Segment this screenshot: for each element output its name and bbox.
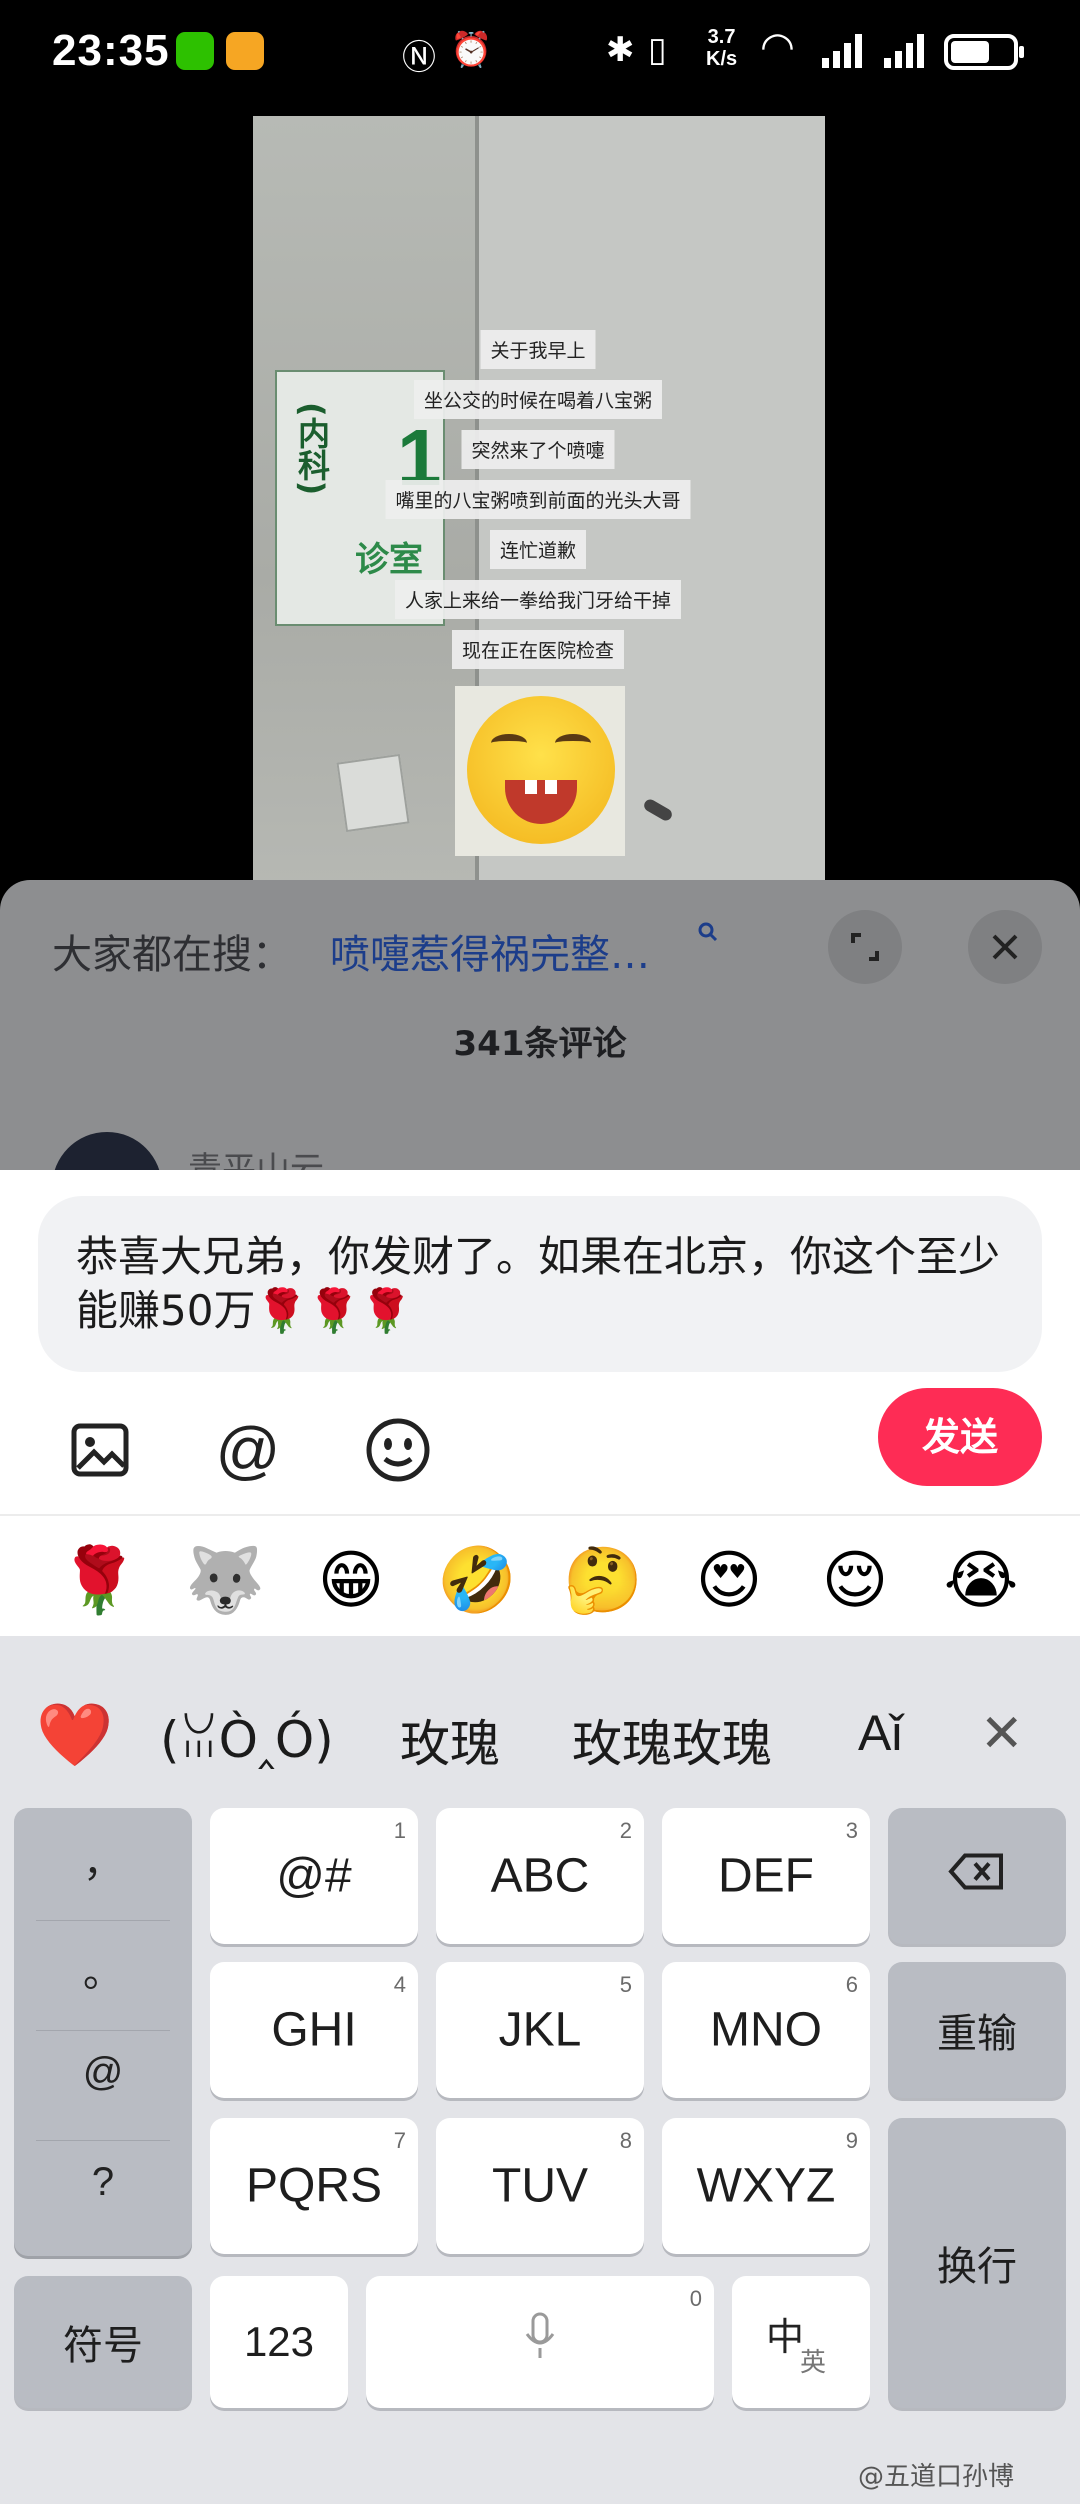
comment-count: 341条评论 bbox=[453, 1024, 627, 1064]
comment-input-sheet: 恭喜大兄弟，你发财了。如果在北京，你这个至少能赚50万🌹🌹🌹 @ 发送 🌹 🐺 … bbox=[0, 1170, 1080, 1640]
search-suggestion-prefix: 大家都在搜： bbox=[52, 932, 292, 978]
expand-icon bbox=[851, 933, 879, 961]
send-button[interactable]: 发送 bbox=[878, 1388, 1042, 1486]
period-key[interactable]: 。 bbox=[14, 1940, 192, 1998]
video-caption: 嘴里的八宝粥喷到前面的光头大哥 bbox=[385, 480, 691, 519]
space-key[interactable]: 0 bbox=[366, 2276, 714, 2408]
backspace-icon bbox=[948, 1853, 1003, 1890]
candidate-bar: ❤️ (ꈍÒ‸Ó) 玫瑰 玫瑰玫瑰 Aǐ ✕ bbox=[0, 1636, 1080, 1806]
status-bar: 23:35 Ⓝ ⏰ ✱ ▯ 3.7 K/s ◠ bbox=[0, 0, 1080, 104]
close-icon bbox=[992, 934, 1018, 960]
key-6[interactable]: MNO 6 bbox=[662, 1962, 870, 2098]
candidate-kaomoji[interactable]: (ꈍÒ‸Ó) bbox=[160, 1704, 334, 1770]
language-switch-key[interactable]: 中 英 bbox=[732, 2276, 870, 2408]
key-3[interactable]: DEF 3 bbox=[662, 1808, 870, 1944]
candidate-heart[interactable]: ❤️ bbox=[36, 1698, 113, 1772]
light-switch bbox=[336, 753, 410, 833]
weibo-watermark: @五道口孙博 bbox=[858, 2462, 1015, 2492]
expand-button[interactable] bbox=[828, 910, 902, 984]
grin-emoji[interactable]: 😁 bbox=[306, 1536, 396, 1626]
key-4[interactable]: GHI 4 bbox=[210, 1962, 418, 2098]
video-caption: 突然来了个喷嚏 bbox=[461, 430, 615, 469]
net-speed: 3.7 K/s bbox=[706, 26, 738, 70]
heart-eyes-emoji[interactable]: 😍 bbox=[684, 1536, 774, 1626]
signal-icon bbox=[884, 34, 928, 68]
key-5[interactable]: JKL 5 bbox=[436, 1962, 644, 2098]
microphone-icon bbox=[525, 2312, 555, 2358]
video-caption: 坐公交的时候在喝着八宝粥 bbox=[413, 380, 663, 419]
weibo-icon bbox=[226, 32, 264, 70]
video-caption: 现在正在医院检查 bbox=[451, 630, 625, 669]
gap-tooth-emoji-sticker bbox=[455, 686, 625, 856]
comma-key[interactable]: ， bbox=[14, 1830, 192, 1888]
comment-panel: 大家都在搜： 喷嚏惹得祸完整… 341条评论 青平山云 bbox=[0, 880, 1080, 1242]
mention-icon[interactable]: @ bbox=[208, 1410, 288, 1490]
sign-room: 诊室 bbox=[355, 540, 423, 580]
punctuation-column: ， 。 @ ? bbox=[14, 1808, 192, 2256]
candidate-ai[interactable]: Aǐ bbox=[858, 1704, 902, 1762]
key-2[interactable]: ABC 2 bbox=[436, 1808, 644, 1944]
enter-key[interactable]: 换行 bbox=[888, 2118, 1066, 2408]
emoji-icon[interactable] bbox=[358, 1410, 438, 1490]
search-suggestion-link[interactable]: 喷嚏惹得祸完整… bbox=[330, 922, 650, 980]
keyboard: ❤️ (ꈍÒ‸Ó) 玫瑰 玫瑰玫瑰 Aǐ ✕ ， 。 @ ? @# 1 ABC 2 … bbox=[0, 1636, 1080, 2504]
candidate-rose[interactable]: 玫瑰 bbox=[400, 1704, 500, 1776]
key-7[interactable]: PQRS 7 bbox=[210, 2118, 418, 2254]
alarm-icon: ⏰ bbox=[450, 30, 493, 70]
nfc-icon: Ⓝ bbox=[402, 38, 436, 78]
key-9[interactable]: WXYZ 9 bbox=[662, 2118, 870, 2254]
reinput-key[interactable]: 重输 bbox=[888, 1962, 1066, 2098]
image-icon[interactable] bbox=[60, 1410, 140, 1490]
key-8[interactable]: TUV 8 bbox=[436, 2118, 644, 2254]
video-caption: 关于我早上 bbox=[480, 330, 596, 369]
at-key[interactable]: @ bbox=[14, 2050, 192, 2095]
close-panel-button[interactable] bbox=[968, 910, 1042, 984]
signal-icon bbox=[822, 34, 866, 68]
status-time: 23:35 bbox=[52, 26, 170, 75]
search-icon[interactable] bbox=[696, 920, 720, 951]
symbols-key[interactable]: 符号 bbox=[14, 2276, 192, 2408]
comment-input[interactable]: 恭喜大兄弟，你发财了。如果在北京，你这个至少能赚50万🌹🌹🌹 bbox=[38, 1196, 1042, 1372]
numbers-key[interactable]: 123 bbox=[210, 2276, 348, 2408]
battery-icon bbox=[944, 34, 1024, 70]
key-1[interactable]: @# 1 bbox=[210, 1808, 418, 1944]
husky-emoji[interactable]: 🐺 bbox=[180, 1536, 270, 1626]
rose-emoji[interactable]: 🌹 bbox=[54, 1536, 144, 1626]
smile-emoji[interactable]: 😌 bbox=[810, 1536, 900, 1626]
question-key[interactable]: ? bbox=[14, 2160, 192, 2205]
wifi-icon: ◠ bbox=[760, 24, 795, 70]
backspace-key[interactable] bbox=[888, 1808, 1066, 1944]
thinking-emoji[interactable]: 🤔 bbox=[558, 1536, 648, 1626]
emoji-bar: 🌹 🐺 😁 🤣 🤔 😍 😌 😭 bbox=[0, 1516, 1080, 1640]
bluetooth-icon: ✱ bbox=[606, 30, 635, 70]
video-player[interactable]: (内科) 1 诊室 关于我早上 坐公交的时候在喝着八宝粥 突然来了个喷嚏 嘴里的… bbox=[253, 116, 825, 886]
vibrate-icon: ▯ bbox=[648, 30, 667, 70]
video-caption: 连忙道歉 bbox=[489, 530, 587, 569]
crying-emoji[interactable]: 😭 bbox=[936, 1536, 1026, 1626]
video-caption: 人家上来给一拳给我门牙给干掉 bbox=[394, 580, 682, 619]
close-icon[interactable]: ✕ bbox=[980, 1704, 1024, 1764]
wechat-icon bbox=[176, 32, 214, 70]
rofl-emoji[interactable]: 🤣 bbox=[432, 1536, 522, 1626]
candidate-rose-rose[interactable]: 玫瑰玫瑰 bbox=[572, 1704, 772, 1776]
sign-department: (内科) bbox=[293, 402, 331, 496]
